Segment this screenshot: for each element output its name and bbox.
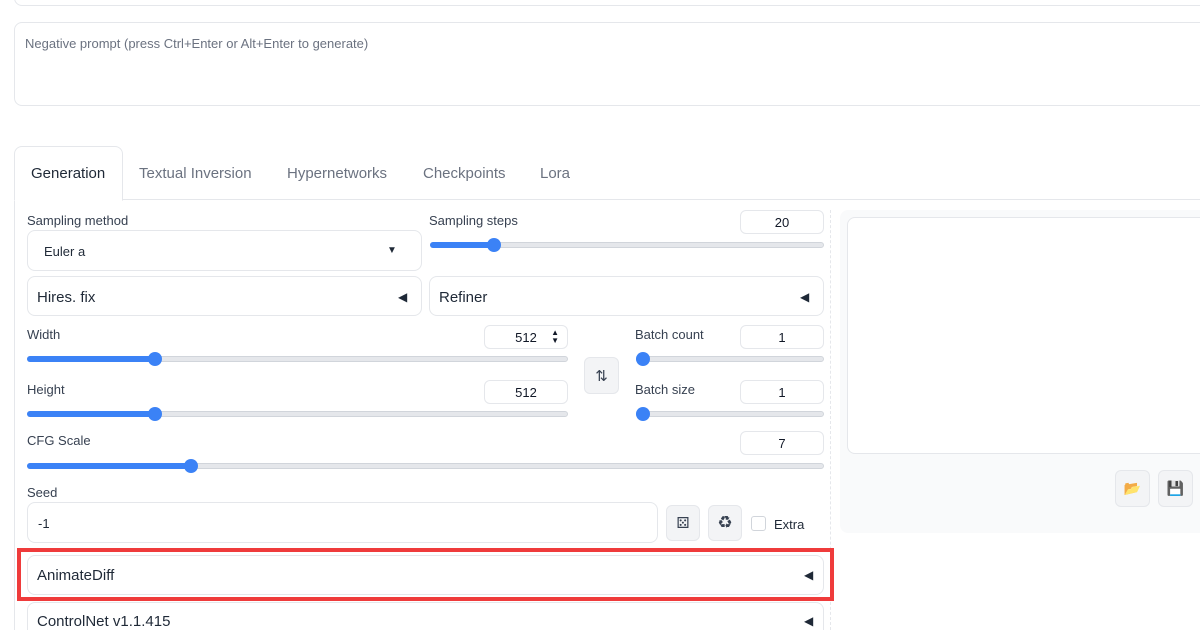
output-gallery [847, 217, 1200, 454]
folder-icon[interactable]: 📂 [1115, 470, 1150, 507]
prompt-textarea[interactable] [14, 0, 1200, 6]
swap-arrows-icon[interactable]: ⇅ [584, 357, 619, 394]
width-value: 512 [515, 329, 537, 345]
width-input[interactable]: 512 ▲ ▼ [484, 325, 568, 349]
extra-checkbox[interactable] [751, 516, 766, 531]
negative-prompt-textarea[interactable]: Negative prompt (press Ctrl+Enter or Alt… [14, 22, 1200, 106]
tab-generation[interactable]: Generation [31, 165, 105, 182]
seed-label: Seed [27, 485, 58, 500]
recycle-icon[interactable]: ♻ [708, 505, 742, 541]
batch-size-slider-thumb[interactable] [636, 407, 650, 421]
batch-size-slider[interactable] [636, 411, 824, 417]
height-input[interactable]: 512 [484, 380, 568, 404]
seed-value: -1 [38, 516, 50, 531]
sampling-steps-slider-fill [430, 242, 494, 248]
batch-count-slider[interactable] [636, 356, 824, 362]
batch-count-slider-thumb[interactable] [636, 352, 650, 366]
batch-size-input[interactable]: 1 [740, 380, 824, 404]
batch-count-input[interactable]: 1 [740, 325, 824, 349]
batch-count-label: Batch count [635, 327, 704, 342]
tab-hypernetworks[interactable]: Hypernetworks [287, 165, 387, 182]
highlight-box [17, 548, 834, 601]
negative-prompt-placeholder: Negative prompt (press Ctrl+Enter or Alt… [25, 36, 369, 51]
seed-input[interactable]: -1 [27, 502, 658, 543]
extra-label: Extra [774, 517, 805, 532]
height-slider-fill [27, 411, 156, 417]
tab-textual-inversion[interactable]: Textual Inversion [139, 165, 252, 182]
refiner-accordion[interactable]: Refiner ◀ [429, 276, 824, 316]
width-slider-fill [27, 356, 156, 362]
controlnet-label: ControlNet v1.1.415 [37, 613, 171, 630]
hires-fix-label: Hires. fix [37, 289, 96, 306]
dice-icon[interactable]: ⚄ [666, 505, 700, 541]
sampling-steps-label: Sampling steps [429, 213, 518, 228]
cfg-scale-slider-fill [27, 463, 191, 469]
refiner-label: Refiner [439, 289, 488, 306]
cfg-scale-input[interactable]: 7 [740, 431, 824, 455]
cfg-scale-slider-thumb[interactable] [183, 459, 198, 473]
save-icon[interactable]: 💾 [1158, 470, 1193, 507]
sampling-method-select[interactable]: Euler a ▼ [27, 230, 422, 271]
batch-size-label: Batch size [635, 382, 695, 397]
sampling-method-label: Sampling method [27, 213, 129, 228]
tab-lora[interactable]: Lora [540, 165, 570, 182]
tab-checkpoints[interactable]: Checkpoints [423, 165, 506, 182]
cfg-scale-label: CFG Scale [27, 433, 91, 448]
chevron-down-icon: ▼ [387, 245, 397, 256]
height-label: Height [27, 382, 65, 397]
hires-fix-accordion[interactable]: Hires. fix ◀ [27, 276, 422, 316]
sampling-method-value: Euler a [44, 244, 86, 259]
stepper-icon[interactable]: ▲ ▼ [551, 329, 559, 345]
sampling-steps-slider-thumb[interactable] [487, 238, 501, 252]
collapse-arrow-icon: ◀ [398, 290, 408, 304]
width-label: Width [27, 327, 61, 342]
collapse-arrow-icon: ◀ [804, 614, 814, 628]
collapse-arrow-icon: ◀ [800, 290, 810, 304]
controlnet-accordion[interactable]: ControlNet v1.1.415 ◀ [27, 602, 824, 630]
sampling-steps-input[interactable]: 20 [740, 210, 824, 234]
